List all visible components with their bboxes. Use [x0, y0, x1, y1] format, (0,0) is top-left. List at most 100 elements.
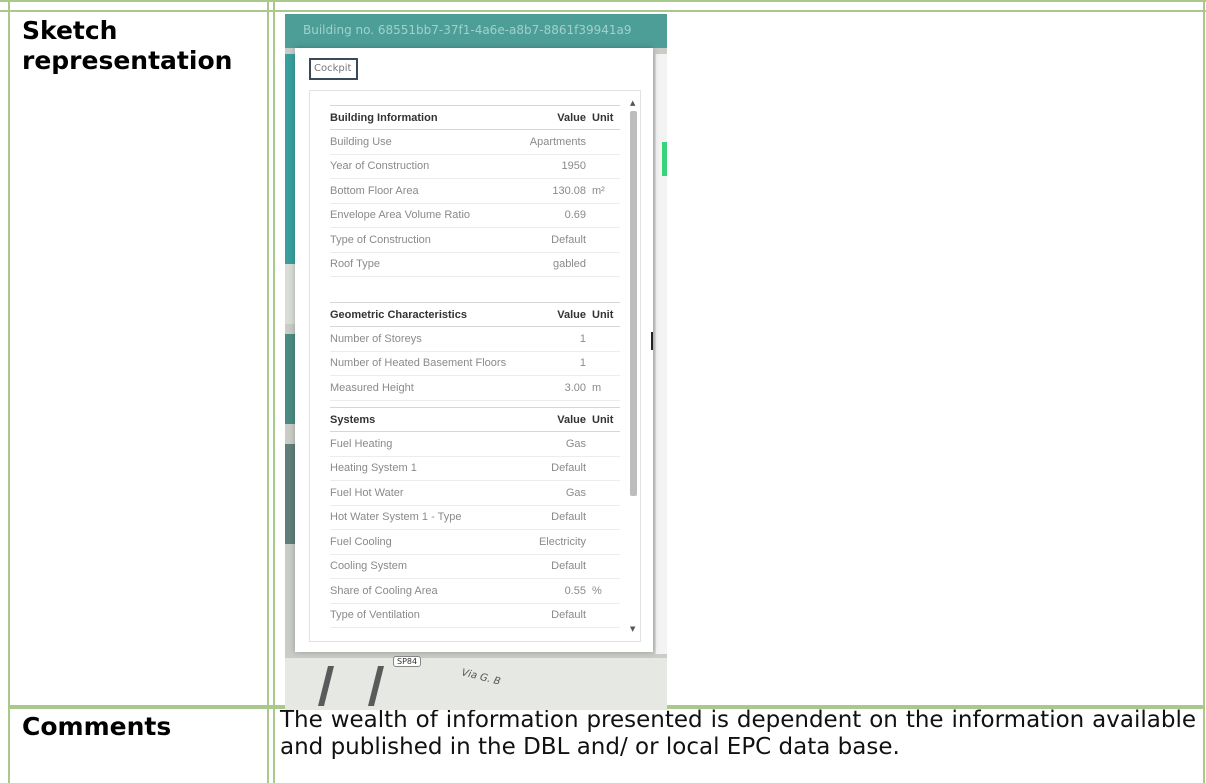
- property-unit: [592, 227, 620, 253]
- property-name: Fuel Heating: [330, 431, 534, 457]
- table-row: Measured Height 3.00 m: [330, 375, 620, 401]
- property-value: Default: [529, 227, 592, 253]
- scroll-up-arrow-icon[interactable]: ▲: [630, 99, 635, 107]
- property-value: 130.08: [529, 178, 592, 204]
- property-name: Number of Heated Basement Floors: [330, 351, 534, 376]
- table-header-row: Building Information Value Unit: [330, 105, 620, 130]
- section-header-value: Value: [534, 302, 592, 327]
- section-header-value: Value: [534, 407, 592, 432]
- building-info-dialog: Cockpit Building Information Value Unit Bui…: [295, 48, 653, 652]
- property-unit: [592, 129, 620, 155]
- property-name: Fuel Cooling: [330, 529, 534, 555]
- property-name: Cooling System: [330, 554, 534, 579]
- property-value: gabled: [529, 252, 592, 277]
- side-panel-indicator: [662, 142, 667, 176]
- property-unit: [592, 480, 620, 506]
- info-table: Systems Value Unit Fuel Heating Gas Heating S…: [330, 407, 620, 628]
- property-unit: [592, 529, 620, 555]
- property-unit: [592, 326, 620, 352]
- section-header-name: Building Information: [330, 105, 530, 130]
- property-unit: [592, 252, 620, 277]
- table-row: Hot Water System 1 - Type Default: [330, 505, 620, 530]
- scroll-down-arrow-icon[interactable]: ▼: [630, 625, 635, 633]
- property-value: Default: [534, 603, 592, 628]
- section-header-unit: Unit: [592, 407, 620, 432]
- map-road-area: [285, 658, 667, 710]
- property-value: Gas: [534, 480, 592, 506]
- property-unit: m²: [592, 178, 620, 204]
- table-header-row: Geometric Characteristics Value Unit: [330, 302, 620, 327]
- property-name: Type of Construction: [330, 227, 530, 253]
- property-unit: [592, 351, 620, 376]
- table-row: Fuel Hot Water Gas: [330, 480, 620, 506]
- info-table: Geometric Characteristics Value Unit Number…: [330, 302, 620, 401]
- table-row: Type of Ventilation Default: [330, 603, 620, 628]
- table-row: Type of Construction Default: [330, 227, 620, 253]
- comment-text: The wealth of information presented is d…: [280, 707, 1196, 760]
- property-unit: [592, 505, 620, 530]
- property-unit: m: [592, 375, 620, 401]
- property-value: Default: [534, 554, 592, 579]
- property-value: 0.55: [534, 578, 592, 604]
- table-border-left: [8, 0, 10, 783]
- property-value: Gas: [534, 431, 592, 457]
- scrollbar[interactable]: ▲ ▼: [629, 99, 638, 634]
- section-header-name: Geometric Characteristics: [330, 302, 534, 327]
- dialog-title-bar[interactable]: Building no. 68551bb7-37f1-4a6e-a8b7-886…: [285, 14, 667, 48]
- table-row: Year of Construction 1950: [330, 154, 620, 179]
- property-name: Year of Construction: [330, 154, 530, 179]
- table-row: Building Use Apartments: [330, 129, 620, 155]
- table-column-divider-inner: [273, 0, 275, 783]
- property-name: Bottom Floor Area: [330, 178, 530, 204]
- property-unit: [592, 154, 620, 179]
- table-header-row: Systems Value Unit: [330, 407, 620, 432]
- property-name: Fuel Hot Water: [330, 480, 534, 506]
- property-name: Envelope Area Volume Ratio: [330, 203, 530, 228]
- table-column-divider: [267, 0, 269, 783]
- property-value: Default: [534, 456, 592, 481]
- table-row: Number of Heated Basement Floors 1: [330, 351, 620, 376]
- text-cursor-icon: [651, 332, 653, 350]
- property-unit: [592, 456, 620, 481]
- table-row: Share of Cooling Area 0.55%: [330, 578, 620, 604]
- tab-cockpit[interactable]: Cockpit: [309, 58, 358, 80]
- scrollbar-thumb[interactable]: [630, 111, 637, 496]
- property-value: 1: [534, 351, 592, 376]
- property-value: Default: [534, 505, 592, 530]
- road-badge: SP84: [393, 656, 422, 667]
- table-border-top: [0, 0, 1206, 2]
- sketch-label: Sketch representation: [22, 16, 233, 75]
- table-row: Number of Storeys 1: [330, 326, 620, 352]
- table-row: Bottom Floor Area 130.08 m²: [330, 178, 620, 204]
- property-value: 1: [534, 326, 592, 352]
- property-name: Share of Cooling Area: [330, 578, 534, 604]
- section-header-unit: Unit: [592, 105, 620, 130]
- property-name: Roof Type: [330, 252, 530, 277]
- comments-label: Comments: [22, 712, 172, 741]
- table-row: Fuel Cooling Electricity: [330, 529, 620, 555]
- property-value: 3.00: [534, 375, 592, 401]
- section-header-unit: Unit: [592, 302, 620, 327]
- table-row: Heating System 1 Default: [330, 456, 620, 481]
- info-table: Building Information Value Unit Building Us…: [330, 105, 620, 277]
- property-name: Hot Water System 1 - Type: [330, 505, 534, 530]
- property-name: Number of Storeys: [330, 326, 534, 352]
- property-unit: [592, 554, 620, 579]
- property-name: Type of Ventilation: [330, 603, 534, 628]
- property-name: Heating System 1: [330, 456, 534, 481]
- section-header-name: Systems: [330, 407, 534, 432]
- property-value: Apartments: [529, 129, 592, 155]
- table-border-right: [1203, 0, 1205, 783]
- table-row: Envelope Area Volume Ratio 0.69: [330, 203, 620, 228]
- app-screenshot: SP84 Via G. B Building no. 68551bb7-37f1…: [285, 14, 667, 710]
- property-unit: [592, 203, 620, 228]
- property-value: 1950: [529, 154, 592, 179]
- property-name: Measured Height: [330, 375, 534, 401]
- property-unit: [592, 603, 620, 628]
- property-value: Electricity: [534, 529, 592, 555]
- section-header-value: Value: [529, 105, 592, 130]
- info-scroll-panel[interactable]: Building Information Value Unit Building Us…: [309, 90, 641, 642]
- table-row: Fuel Heating Gas: [330, 431, 620, 457]
- property-name: Building Use: [330, 129, 530, 155]
- table-row: Roof Type gabled: [330, 252, 620, 277]
